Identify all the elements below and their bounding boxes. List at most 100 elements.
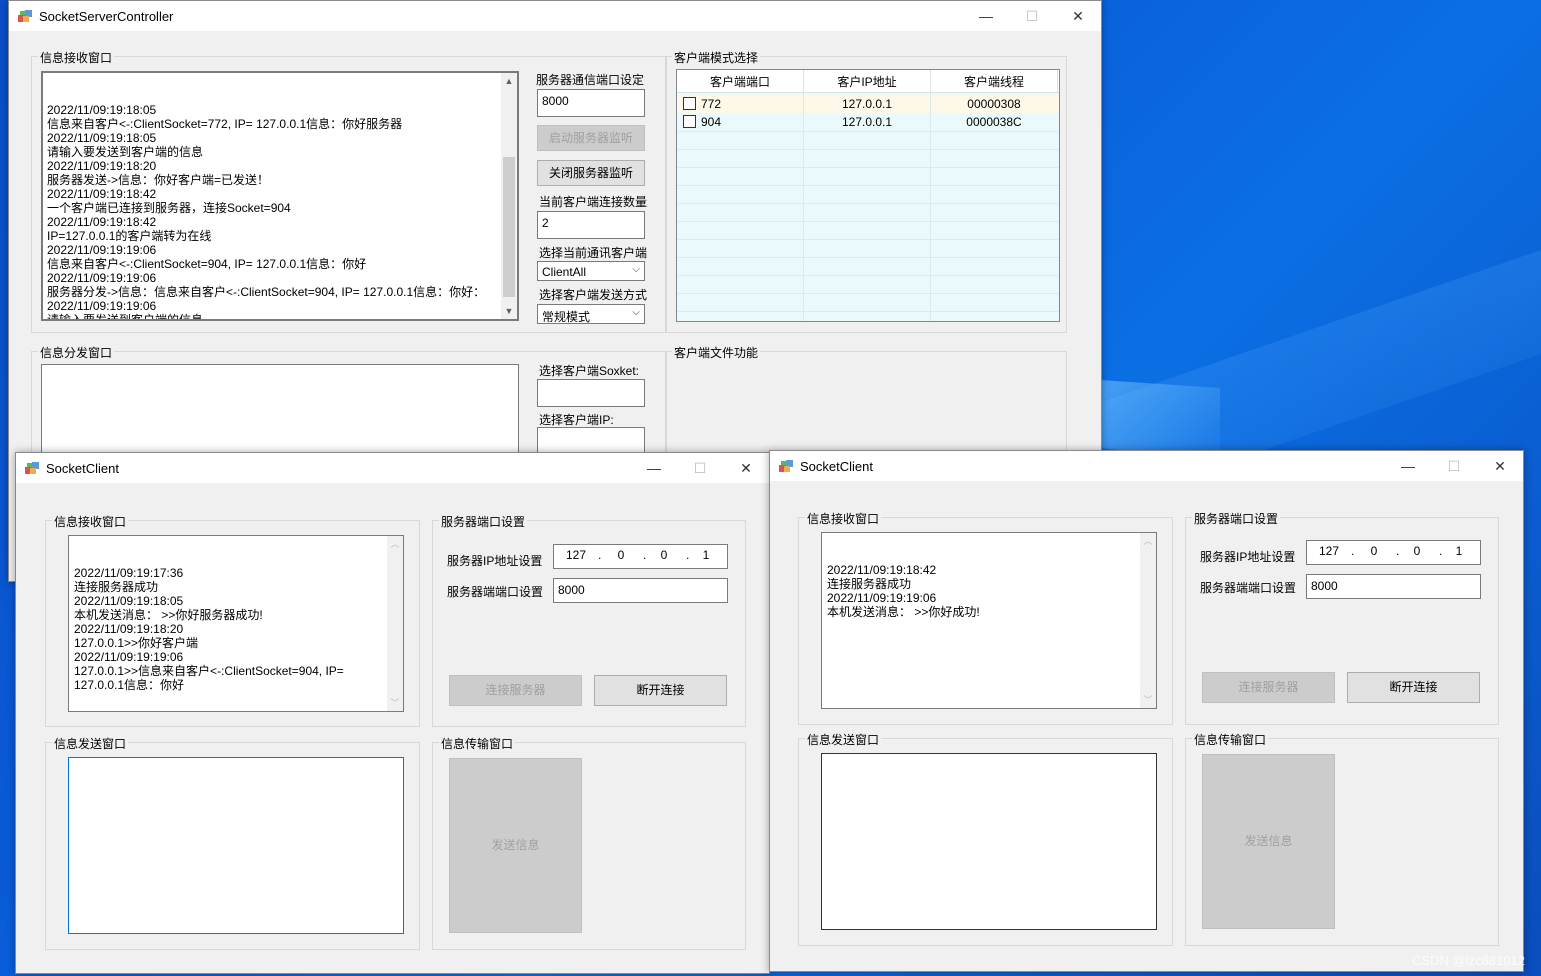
grid-col-divider — [803, 92, 804, 321]
ip-address-field[interactable]: 127 . 0 . 0 . 1 — [1306, 540, 1481, 565]
ip-octet[interactable]: 0 — [652, 548, 676, 562]
scroll-down-icon[interactable]: ▼ — [501, 303, 517, 319]
scroll-down-icon[interactable]: ﹀ — [1140, 692, 1156, 708]
client-log-textbox[interactable]: 2022/11/09:19:18:42 连接服务器成功 2022/11/09:19:… — [821, 532, 1157, 709]
group-label: 信息接收窗口 — [52, 513, 129, 530]
scroll-up-icon[interactable]: ▲ — [501, 73, 517, 89]
log-scrollbar[interactable]: ︿ ﹀ — [1140, 533, 1156, 708]
ip-octet[interactable]: 127 — [1317, 544, 1341, 558]
connect-button[interactable]: 连接服务器 — [1202, 672, 1335, 703]
client1-window: SocketClient — ☐ ✕ 信息接收窗口 2022/11/09:19:… — [15, 452, 770, 974]
close-button[interactable]: ✕ — [1477, 451, 1523, 481]
client2-window: SocketClient — ☐ ✕ 信息接收窗口 2022/11/09:19:… — [769, 450, 1524, 972]
scroll-thumb[interactable] — [503, 157, 515, 297]
log-line: 2022/11/09:19:18:42 — [47, 215, 157, 229]
grid-col-port[interactable]: 客户端端口 — [677, 70, 804, 92]
send-mode-value: 常规模式 — [542, 310, 591, 324]
log-scrollbar[interactable]: ︿ ﹀ — [387, 536, 403, 711]
client-log-textbox[interactable]: 2022/11/09:19:17:36 连接服务器成功 2022/11/09:19:… — [68, 535, 404, 712]
log-line: 2022/11/09:19:18:42 — [47, 187, 157, 201]
ip-octet[interactable]: 1 — [694, 548, 718, 562]
client-grid[interactable]: 客户端端口 客户IP地址 客户端线程 772 127.0.0.1 0000030… — [676, 69, 1060, 322]
send-message-button[interactable]: 发送信息 — [449, 758, 582, 933]
log-line: 2022/11/09:19:18:05 — [47, 103, 157, 117]
empty-grid-row — [677, 149, 1059, 168]
connect-button[interactable]: 连接服务器 — [449, 675, 582, 706]
ip-dot: . — [643, 548, 647, 562]
window-title: SocketClient — [46, 461, 119, 476]
log-lines: 2022/11/09:19:17:36 连接服务器成功 2022/11/09:19:… — [74, 566, 399, 692]
log-line: 2022/11/09:19:18:20 — [47, 159, 157, 173]
select-client-dropdown[interactable]: ClientAll ⌵ — [537, 261, 645, 281]
group-label: 信息传输窗口 — [439, 735, 516, 752]
checkbox[interactable] — [683, 115, 696, 128]
empty-grid-row — [677, 221, 1059, 240]
log-line: 请输入要发送到客户端的信息 — [47, 313, 204, 321]
disconnect-button[interactable]: 断开连接 — [1347, 672, 1480, 703]
scroll-down-icon[interactable]: ﹀ — [387, 695, 403, 711]
send-mode-label: 选择客户端发送方式 — [539, 288, 648, 302]
log-line: 2022/11/09:19:19:06 — [74, 650, 184, 664]
scroll-up-icon[interactable]: ︿ — [1140, 533, 1156, 549]
ip-octet[interactable]: 127 — [564, 548, 588, 562]
grid-col-thread[interactable]: 客户端线程 — [931, 70, 1058, 92]
log-lines: 2022/11/09:19:18:05 信息来自客户<-:ClientSocket… — [47, 103, 513, 321]
ip-address-field[interactable]: 127 . 0 . 0 . 1 — [553, 544, 728, 569]
send-textbox[interactable] — [821, 753, 1157, 930]
log-line: 服务器分发->信息：信息来自客户<-:ClientSocket=904, IP=… — [47, 285, 486, 299]
client-ip-label: 选择客户端IP: — [539, 413, 614, 427]
minimize-button[interactable]: — — [631, 453, 677, 483]
port-label: 服务器端端口设置 — [447, 585, 544, 599]
port-input[interactable]: 8000 — [1306, 574, 1481, 599]
log-line: IP=127.0.0.1的客户端转为在线 — [47, 229, 212, 243]
grid-col-ip[interactable]: 客户IP地址 — [804, 70, 931, 92]
log-line: 一个客户端已连接到服务器，连接Socket=904 — [47, 201, 291, 215]
send-message-button[interactable]: 发送信息 — [1202, 754, 1335, 929]
log-line: 127.0.0.1信息：你好 — [74, 678, 185, 692]
ip-octet[interactable]: 0 — [1405, 544, 1429, 558]
client-ip-input[interactable] — [537, 427, 645, 455]
log-line: 127.0.0.1>>信息来自客户<-:ClientSocket=904, IP… — [74, 664, 344, 678]
maximize-button[interactable]: ☐ — [677, 453, 723, 483]
ip-octet[interactable]: 1 — [1447, 544, 1471, 558]
table-row[interactable]: 772 127.0.0.1 00000308 — [677, 95, 1059, 114]
app-icon — [25, 462, 39, 474]
ip-octet[interactable]: 0 — [609, 548, 633, 562]
group-label: 客户端文件功能 — [672, 344, 761, 361]
scroll-up-icon[interactable]: ︿ — [387, 536, 403, 552]
log-line: 2022/11/09:19:18:05 — [74, 594, 184, 608]
server-log-textbox[interactable]: 2022/11/09:19:18:05 信息来自客户<-:ClientSocket… — [41, 71, 519, 321]
select-client-label: 选择当前通讯客户端 — [539, 246, 648, 260]
checkbox[interactable] — [683, 97, 696, 110]
server-titlebar: SocketServerController — ☐ ✕ — [9, 1, 1101, 31]
send-mode-dropdown[interactable]: 常规模式 ⌵ — [537, 304, 645, 324]
start-listen-button[interactable]: 启动服务器监听 — [537, 125, 645, 151]
maximize-button[interactable]: ☐ — [1431, 451, 1477, 481]
port-input[interactable]: 8000 — [537, 89, 645, 117]
maximize-button[interactable]: ☐ — [1009, 1, 1055, 31]
close-button[interactable]: ✕ — [723, 453, 769, 483]
port-label: 服务器端端口设置 — [1200, 581, 1297, 595]
ip-octet[interactable]: 0 — [1362, 544, 1386, 558]
select-client-value: ClientAll — [542, 265, 587, 279]
minimize-button[interactable]: — — [1385, 451, 1431, 481]
dist-textbox[interactable] — [41, 364, 519, 464]
client-count-field[interactable]: 2 — [537, 211, 645, 239]
ip-dot: . — [1396, 544, 1400, 558]
port-input[interactable]: 8000 — [553, 578, 728, 603]
grid-cell-port: 904 — [683, 113, 721, 131]
log-lines: 2022/11/09:19:18:42 连接服务器成功 2022/11/09:19:… — [827, 563, 1152, 619]
window-title: SocketServerController — [39, 9, 174, 24]
minimize-button[interactable]: — — [963, 1, 1009, 31]
log-scrollbar[interactable]: ▲ ▼ — [501, 73, 517, 319]
socket-input[interactable] — [537, 379, 645, 407]
window-title: SocketClient — [800, 459, 873, 474]
stop-listen-button[interactable]: 关闭服务器监听 — [537, 160, 645, 186]
close-button[interactable]: ✕ — [1055, 1, 1101, 31]
grid-col-divider — [930, 92, 931, 321]
ip-dot: . — [686, 548, 690, 562]
send-textbox[interactable] — [68, 757, 404, 934]
ip-dot: . — [1439, 544, 1443, 558]
table-row[interactable]: 904 127.0.0.1 0000038C — [677, 113, 1059, 132]
disconnect-button[interactable]: 断开连接 — [594, 675, 727, 706]
